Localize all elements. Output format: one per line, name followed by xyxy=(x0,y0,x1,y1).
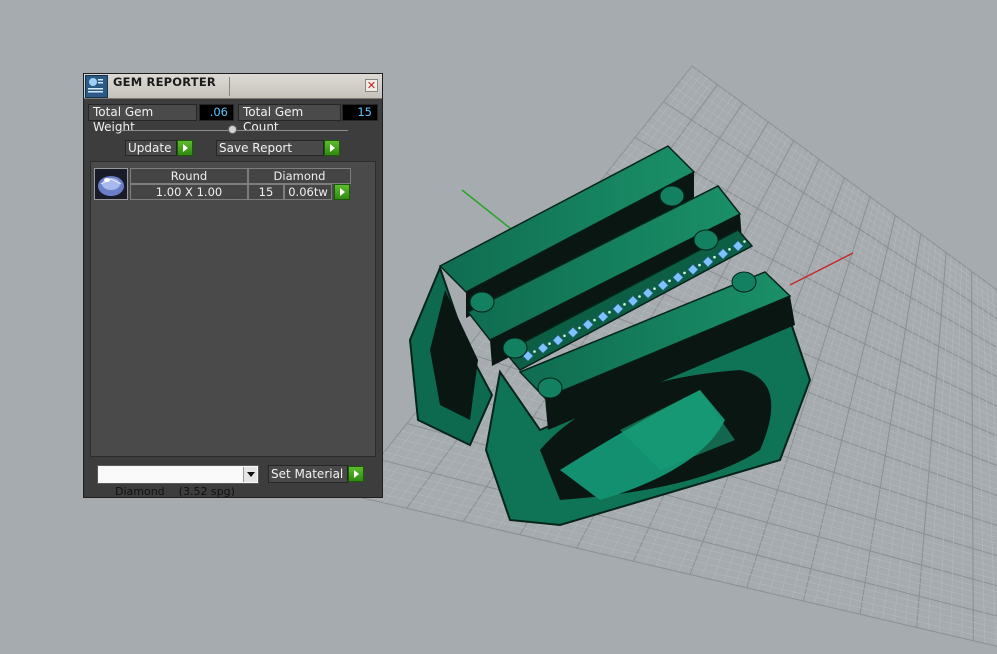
close-icon[interactable]: ✕ xyxy=(365,79,378,92)
ring-model[interactable] xyxy=(408,145,812,527)
save-report-play-icon[interactable] xyxy=(324,140,340,156)
total-gem-count-label: Total Gem Count xyxy=(238,104,341,134)
gem-prong xyxy=(578,326,581,330)
titlebar-divider xyxy=(229,77,230,96)
set-material-button[interactable]: Set Material xyxy=(268,465,348,483)
total-gem-count-value: 15 xyxy=(342,104,378,121)
gem-reporter-panel: GEM REPORTER ✕ Total Gem Weight .06 Tota… xyxy=(83,73,383,498)
post xyxy=(502,337,528,359)
post xyxy=(537,377,563,399)
gem-row-play-icon[interactable] xyxy=(334,184,350,200)
gem-prong xyxy=(698,263,701,267)
panel-splitter-handle[interactable] xyxy=(228,125,237,134)
gem-size-cell: 1.00 X 1.00 xyxy=(130,184,248,200)
post xyxy=(693,229,719,251)
gem-prong xyxy=(548,342,551,345)
gem-material-cell: Diamond xyxy=(248,168,351,184)
gem-prong xyxy=(713,255,716,259)
gem-prong xyxy=(623,303,626,306)
gem-prong xyxy=(728,248,731,251)
post xyxy=(731,271,757,293)
panel-title: GEM REPORTER xyxy=(113,75,216,89)
round-gem-icon xyxy=(94,168,128,200)
save-report-button[interactable]: Save Report xyxy=(216,140,324,156)
total-gem-weight-value: .06 xyxy=(199,104,234,121)
gem-prong xyxy=(563,334,566,338)
gem-prong xyxy=(743,240,746,243)
gem-count-cell: 15 xyxy=(248,184,284,200)
gem-reporter-app-icon xyxy=(85,75,108,98)
gem-prong xyxy=(638,295,641,298)
gem-list: Round Diamond 1.00 X 1.00 15 0.06tw xyxy=(90,161,376,457)
panel-titlebar[interactable]: GEM REPORTER ✕ xyxy=(84,74,382,99)
update-button[interactable]: Update xyxy=(125,140,177,156)
gem-prong xyxy=(608,310,611,314)
post xyxy=(469,291,495,313)
grid-line xyxy=(950,263,962,636)
total-gem-weight-label: Total Gem Weight xyxy=(88,104,197,134)
chevron-down-icon[interactable] xyxy=(243,467,257,482)
update-play-icon[interactable] xyxy=(177,140,193,156)
gem-prong xyxy=(593,318,596,322)
gem-prong xyxy=(683,271,686,275)
gem-prong xyxy=(653,287,656,290)
gem-prong xyxy=(533,350,536,353)
gem-weight-cell: 0.06tw xyxy=(284,184,332,200)
grid-line xyxy=(961,267,967,639)
set-material-play-icon[interactable] xyxy=(348,466,364,482)
gem-shape-cell: Round xyxy=(130,168,248,184)
post xyxy=(659,185,685,207)
material-select[interactable]: Diamond (3.52 spg) xyxy=(97,465,259,498)
gem-prong xyxy=(668,279,671,283)
grid-line xyxy=(349,494,997,647)
material-select-value: Diamond (3.52 spg) xyxy=(115,485,235,498)
